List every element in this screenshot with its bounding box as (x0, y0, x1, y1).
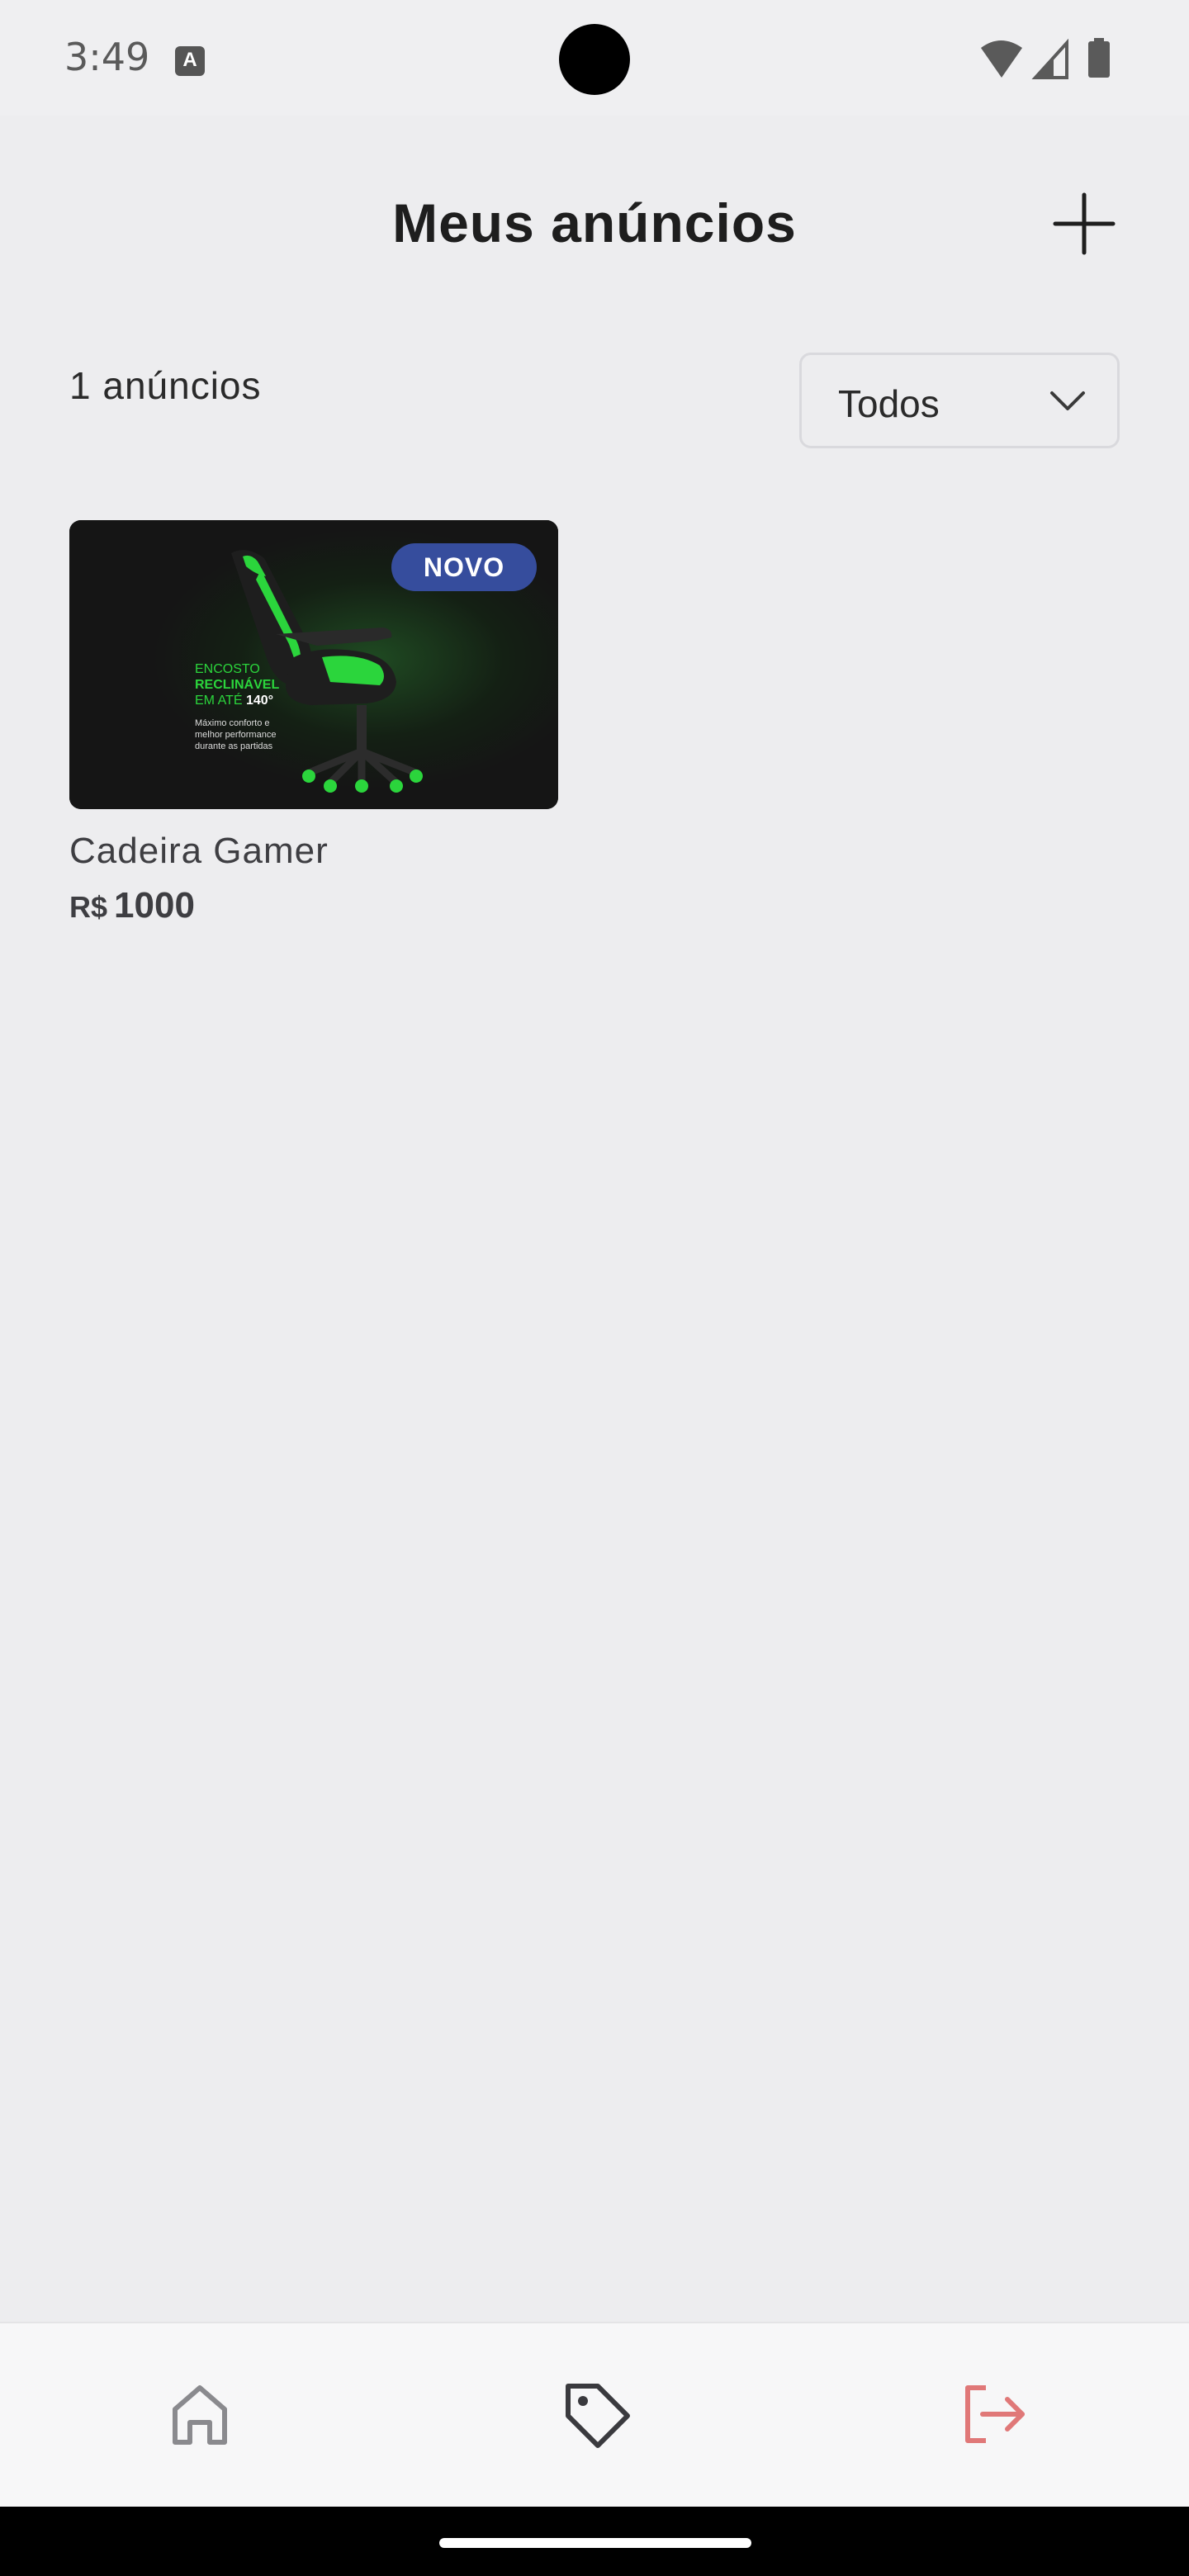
system-gesture-area (0, 2507, 1189, 2576)
a-icon: A (175, 46, 205, 76)
bottom-nav (0, 2322, 1189, 2508)
promo-line-2: RECLINÁVEL (195, 678, 280, 692)
nav-my-ads[interactable] (555, 2373, 637, 2455)
status-bar: 3:49 A (0, 0, 1189, 116)
status-indicators (981, 38, 1110, 79)
product-name: Cadeira Gamer (69, 831, 329, 871)
nav-home[interactable] (159, 2373, 241, 2455)
filter-selected-value: Todos (838, 382, 940, 425)
signal-icon (1031, 38, 1068, 79)
gesture-handle[interactable] (439, 2538, 751, 2548)
sign-out-icon (965, 2385, 1025, 2443)
nav-logout[interactable] (951, 2373, 1034, 2455)
add-listing-button[interactable] (1049, 188, 1120, 259)
battery-icon (1088, 38, 1110, 78)
price-value: 1000 (114, 885, 195, 926)
promo-small-3: durante as partidas (195, 741, 273, 751)
promo-line-3: EM ATÉ 140° (195, 694, 273, 708)
promo-line-3b: 140° (245, 694, 274, 708)
plus-icon (1053, 192, 1116, 255)
condition-badge: NOVO (391, 543, 537, 591)
ads-count: 1 anúncios (69, 364, 262, 407)
promo-line-3a: EM ATÉ (195, 694, 246, 708)
page-title: Meus anúncios (392, 192, 797, 253)
home-icon (173, 2385, 227, 2445)
promo-small-2: melhor performance (195, 730, 277, 740)
price-currency: R$ (69, 890, 108, 924)
product-price: R$ 1000 (69, 885, 558, 926)
chevron-down-icon (1050, 391, 1085, 410)
product-image: ENCOSTO RECLINÁVEL EM ATÉ 140° Máximo co… (69, 520, 558, 809)
filter-select[interactable]: Todos (799, 353, 1120, 448)
wifi-icon (981, 40, 1022, 78)
promo-line-1: ENCOSTO (195, 662, 260, 676)
camera-cutout (559, 24, 630, 95)
promo-small-1: Máximo conforto e (195, 718, 270, 728)
tag-icon (566, 2384, 630, 2448)
status-time: 3:49 (64, 35, 150, 79)
listing-card[interactable]: ENCOSTO RECLINÁVEL EM ATÉ 140° Máximo co… (69, 520, 558, 926)
